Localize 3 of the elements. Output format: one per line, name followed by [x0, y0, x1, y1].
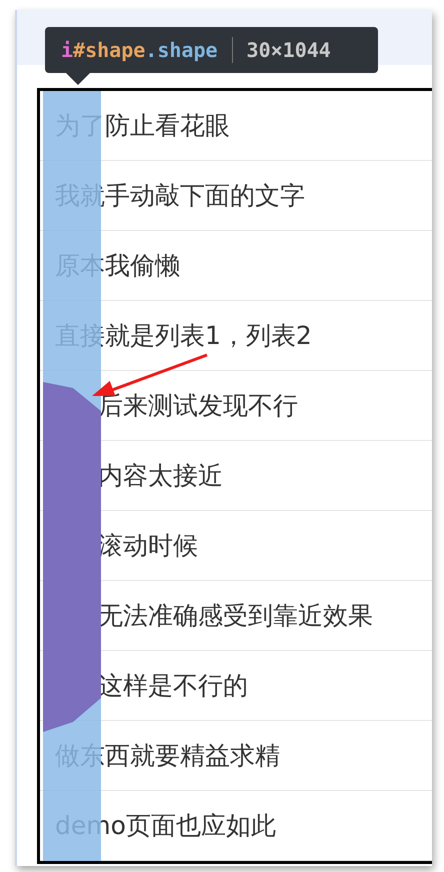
selector-label: i#shape.shape	[61, 38, 218, 62]
size-label: 30×1044	[246, 38, 331, 62]
list-item: 无法准确感受到靠近效果	[40, 581, 432, 651]
